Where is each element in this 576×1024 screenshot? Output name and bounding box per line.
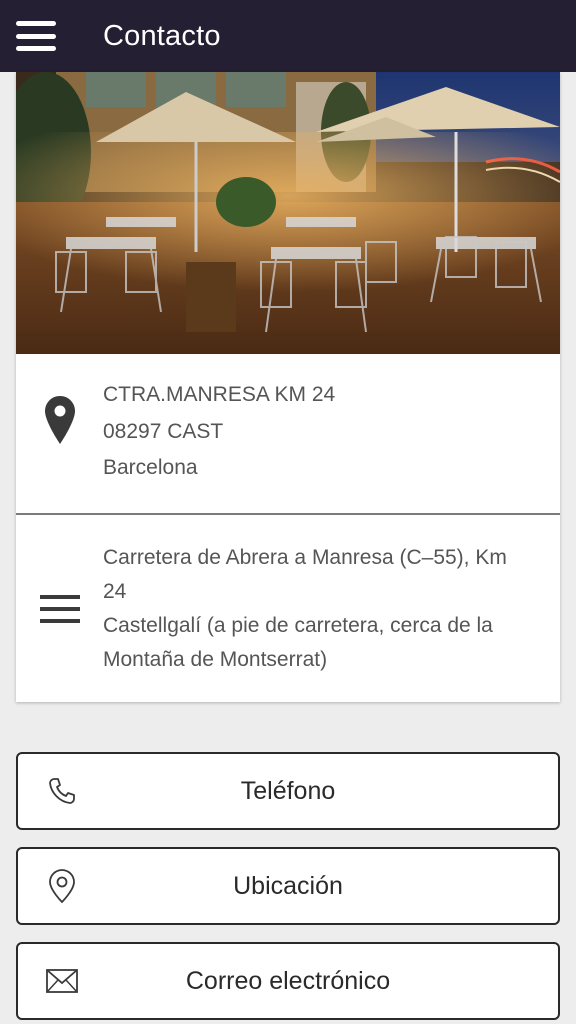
directions-block: Carretera de Abrera a Manresa (C–55), Km… [103, 541, 532, 677]
location-button-label: Ubicación [233, 871, 343, 900]
directions-line-3: Castellgalí (a pie de carretera, cerca d… [103, 614, 493, 637]
address-line-2: 08297 CAST [103, 420, 224, 443]
phone-icon [46, 775, 78, 807]
email-button[interactable]: Correo electrónico [16, 942, 560, 1020]
phone-button-label: Teléfono [240, 776, 336, 805]
app-bar: Contacto [0, 0, 576, 72]
location-button[interactable]: Ubicación [16, 847, 560, 925]
envelope-icon [46, 965, 78, 997]
map-pin-icon [38, 395, 82, 445]
directions-line-2: 24 [103, 580, 127, 603]
restaurant-photo [16, 72, 560, 354]
email-button-label: Correo electrónico [185, 966, 391, 995]
page-title: Contacto [103, 19, 221, 52]
address-block: CTRA.MANRESA KM 24 08297 CAST Barcelona [103, 378, 532, 485]
divider [16, 513, 560, 515]
phone-button[interactable]: Teléfono [16, 752, 560, 830]
address-line-3: Barcelona [103, 456, 198, 479]
location-pin-icon [46, 869, 78, 903]
directions-line-1: Carretera de Abrera a Manresa (C–55), Km [103, 546, 507, 569]
directions-line-4: Montaña de Montserrat) [103, 648, 328, 671]
menu-lines-icon [38, 584, 82, 634]
address-line-1: CTRA.MANRESA KM 24 [103, 383, 336, 406]
contact-card: CTRA.MANRESA KM 24 08297 CAST Barcelona … [16, 72, 560, 702]
hamburger-menu-icon[interactable] [0, 0, 72, 72]
